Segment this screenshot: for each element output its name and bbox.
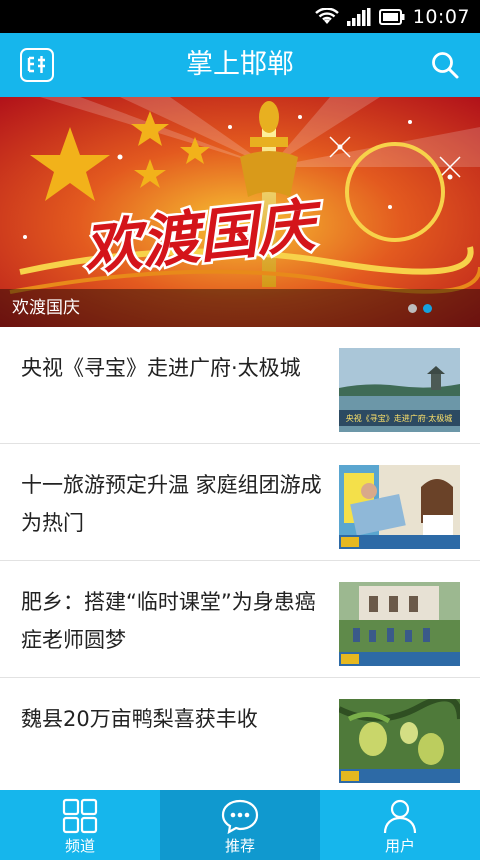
carousel-dot-active[interactable] <box>423 304 432 313</box>
news-thumbnail <box>339 465 460 549</box>
carousel-indicator <box>408 304 432 313</box>
nav-label: 用户 <box>384 837 415 855</box>
signal-icon <box>346 7 371 26</box>
banner-caption-bar: 欢渡国庆 <box>0 289 480 327</box>
banner-carousel[interactable]: 欢渡国庆 欢渡国庆 <box>0 97 480 327</box>
news-thumbnail: 央视《寻宝》走进广府·太极城 <box>339 348 460 432</box>
nav-item-user[interactable]: 用户 <box>320 790 480 860</box>
clock: 10:07 <box>412 5 470 28</box>
nav-item-recommend[interactable]: 推荐 <box>160 790 320 860</box>
carousel-dot[interactable] <box>408 304 417 313</box>
news-list: 央视《寻宝》走进广府·太极城 央视《寻宝》走进广府·太极城 十一旅游预定升温 家… <box>0 327 480 795</box>
wifi-icon <box>314 7 339 24</box>
nav-label: 推荐 <box>224 837 255 855</box>
list-item[interactable]: 肥乡：搭建“临时课堂”为身患癌症老师圆梦 <box>0 561 480 678</box>
nav-item-channels[interactable]: 频道 <box>0 790 160 860</box>
page-title: 掌上邯郸 <box>186 49 294 80</box>
user-icon <box>381 798 419 834</box>
news-headline: 十一旅游预定升温 家庭组团游成为热门 <box>21 473 322 535</box>
grid-icon <box>61 798 99 834</box>
status-bar: 10:07 <box>0 0 480 33</box>
list-item[interactable]: 魏县20万亩鸭梨喜获丰收 <box>0 678 480 795</box>
chat-bubble-icon <box>221 798 259 835</box>
news-thumbnail <box>339 699 460 783</box>
search-icon[interactable] <box>430 50 460 80</box>
news-headline: 魏县20万亩鸭梨喜获丰收 <box>21 707 258 731</box>
thumb-caption: 央视《寻宝》走进广府·太极城 <box>346 413 453 423</box>
app-header: 掌上邯郸 <box>0 33 480 97</box>
bottom-nav: 频道 推荐 用户 <box>0 790 480 860</box>
news-headline: 肥乡：搭建“临时课堂”为身患癌症老师圆梦 <box>21 590 316 652</box>
nav-label: 频道 <box>64 837 95 855</box>
banner-caption: 欢渡国庆 <box>12 298 80 318</box>
list-item[interactable]: 央视《寻宝》走进广府·太极城 央视《寻宝》走进广府·太极城 <box>0 327 480 444</box>
battery-icon <box>378 8 405 25</box>
list-item[interactable]: 十一旅游预定升温 家庭组团游成为热门 <box>0 444 480 561</box>
news-thumbnail <box>339 582 460 666</box>
news-headline: 央视《寻宝》走进广府·太极城 <box>21 356 301 380</box>
status-icons: 10:07 <box>314 0 470 33</box>
